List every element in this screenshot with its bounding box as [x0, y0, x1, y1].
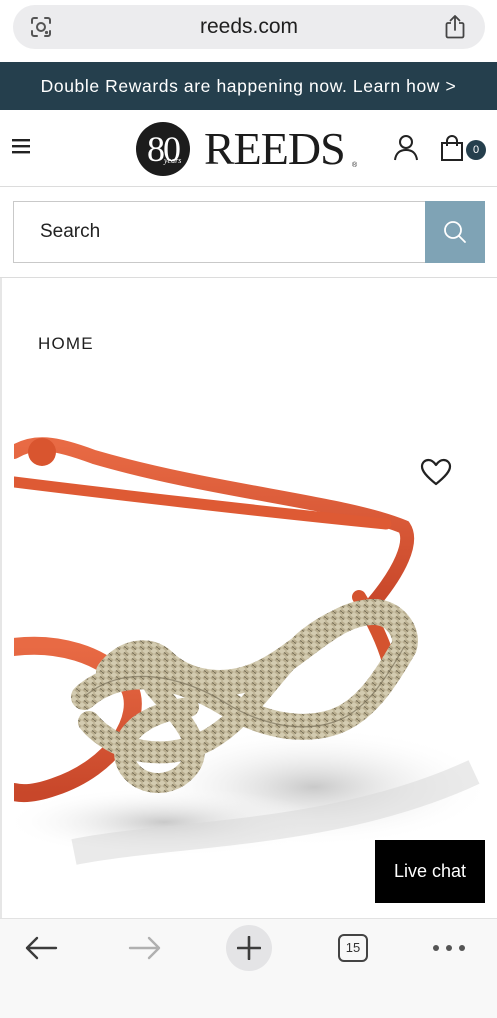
live-chat-button[interactable]: Live chat	[375, 840, 485, 903]
logo-wordmark: REEDS	[204, 123, 346, 174]
plus-icon	[237, 936, 261, 960]
shopping-bag-icon[interactable]	[439, 134, 465, 162]
logo-trademark: ®	[352, 162, 358, 169]
heart-icon[interactable]	[420, 458, 452, 486]
search-input[interactable]	[14, 202, 426, 262]
bracelet-illustration	[14, 437, 486, 865]
cart-count-badge: 0	[466, 140, 486, 160]
product-image[interactable]	[14, 432, 486, 892]
more-dots-icon[interactable]	[432, 943, 466, 953]
back-arrow-icon[interactable]	[24, 935, 58, 961]
site-header: 80 years REEDS ® 0	[0, 110, 497, 187]
tab-switcher-button[interactable]: 15	[338, 934, 368, 962]
breadcrumb-home[interactable]: HOME	[38, 334, 94, 354]
anniversary-badge: 80 years	[136, 122, 190, 176]
search-button[interactable]	[425, 201, 485, 263]
browser-toolbar: reeds.com	[0, 0, 497, 62]
url-text: reeds.com	[199, 15, 299, 38]
search-field-wrapper	[13, 201, 426, 263]
search-icon	[444, 221, 466, 243]
search-section	[0, 188, 497, 278]
hamburger-menu-icon[interactable]	[12, 138, 30, 154]
new-tab-button[interactable]	[226, 925, 272, 971]
address-bar[interactable]: reeds.com	[13, 5, 485, 49]
share-icon[interactable]	[443, 14, 467, 40]
forward-arrow-icon[interactable]	[128, 935, 162, 961]
reeds-logo[interactable]: 80 years REEDS ®	[136, 120, 362, 176]
browser-bottom-bar: 15	[0, 918, 497, 1018]
user-icon[interactable]	[393, 134, 419, 162]
page-left-border	[0, 278, 2, 918]
promo-banner-link[interactable]: Double Rewards are happening now. Learn …	[0, 62, 497, 110]
